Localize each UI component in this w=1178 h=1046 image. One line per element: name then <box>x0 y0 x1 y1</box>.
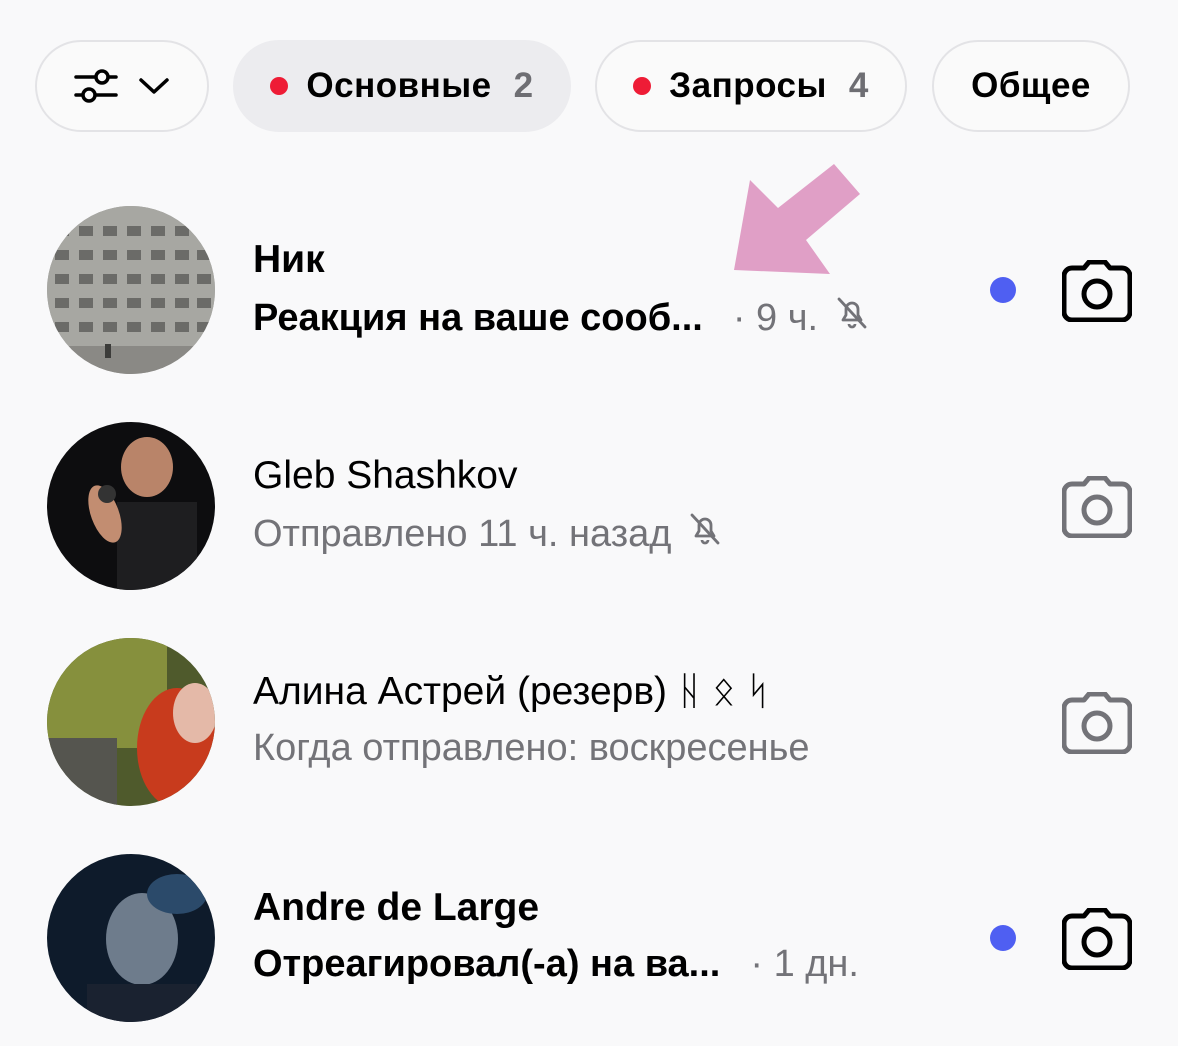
conversation-row[interactable]: Алина Астрей (резерв) ᚺ ᛟ ᛋ Когда отправ… <box>0 614 1178 830</box>
conversation-row[interactable]: Andre de Large Отреагировал(-а) на ва...… <box>0 830 1178 1046</box>
tab-count: 4 <box>848 66 869 105</box>
muted-bell-icon <box>687 511 723 557</box>
camera-icon[interactable] <box>1061 907 1133 971</box>
avatar <box>47 854 215 1022</box>
camera-icon[interactable] <box>1061 475 1133 539</box>
tab-label: Общее <box>971 66 1091 105</box>
avatar <box>47 638 215 806</box>
tab-label: Основные <box>306 66 492 105</box>
contact-name: Ник <box>253 238 325 281</box>
tab-label: Запросы <box>669 66 827 105</box>
conversation-row[interactable]: Gleb Shashkov Отправлено 11 ч. назад <box>0 398 1178 614</box>
contact-name: Andre de Large <box>253 886 540 929</box>
message-preview-line: Отправлено 11 ч. назад <box>253 511 723 557</box>
avatar <box>47 206 215 374</box>
muted-bell-icon <box>834 295 870 341</box>
unread-indicator <box>990 925 1016 951</box>
conversation-row[interactable]: Ник Реакция на ваше сооб... · 9 ч. <box>0 182 1178 398</box>
notification-dot <box>270 77 289 95</box>
camera-icon[interactable] <box>1061 259 1133 323</box>
chevron-down-icon <box>139 78 169 94</box>
tab-requests[interactable]: Запросы 4 <box>595 40 907 132</box>
tab-primary[interactable]: Основные 2 <box>233 40 571 132</box>
tab-general[interactable]: Общее <box>932 40 1130 132</box>
tab-count: 2 <box>513 66 534 105</box>
message-preview: Отреагировал(-а) на ва... <box>253 943 721 985</box>
message-preview: Реакция на ваше сооб... <box>253 296 703 339</box>
message-time: · 1 дн. <box>750 943 859 985</box>
sliders-icon <box>74 69 118 103</box>
notification-dot <box>633 77 652 95</box>
message-preview-line: Отреагировал(-а) на ва... · 1 дн. <box>253 943 859 986</box>
camera-icon[interactable] <box>1061 691 1133 755</box>
unread-indicator <box>990 277 1016 303</box>
message-time: · 9 ч. <box>732 296 819 339</box>
avatar <box>47 422 215 590</box>
contact-name: Алина Астрей (резерв) ᚺ ᛟ ᛋ <box>253 670 770 713</box>
message-preview-line: Реакция на ваше сооб... · 9 ч. <box>253 295 870 341</box>
filter-options-button[interactable] <box>35 40 209 132</box>
filter-bar: Основные 2 Запросы 4 Общее <box>0 40 1178 132</box>
message-preview-line: Когда отправлено: воскресенье <box>253 727 810 770</box>
contact-name: Gleb Shashkov <box>253 454 518 497</box>
message-preview: Когда отправлено: воскресенье <box>253 727 810 769</box>
message-preview: Отправлено 11 ч. назад <box>253 512 672 555</box>
